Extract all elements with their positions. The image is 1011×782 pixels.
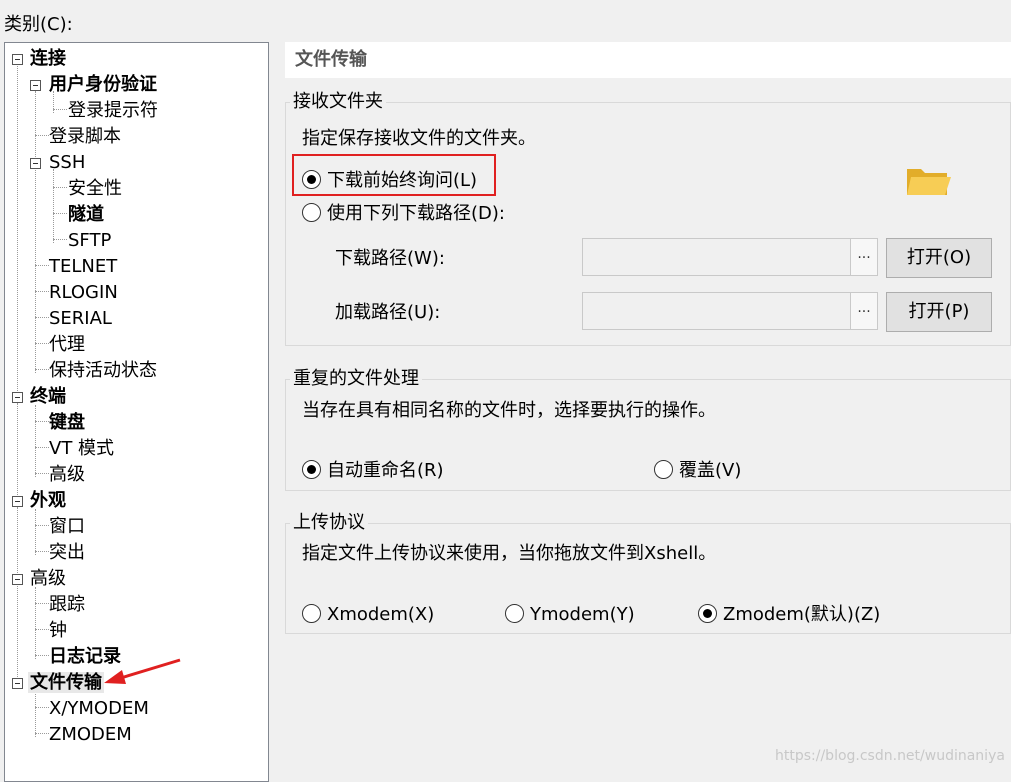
tree-item-label: VT 模式	[49, 438, 115, 459]
upload-protocol-description: 指定文件上传协议来使用，当你拖放文件到Xshell。	[302, 543, 717, 564]
tree-item-login-prompt[interactable]: 登录提示符	[68, 98, 158, 124]
tree-item-label: ZMODEM	[49, 724, 132, 745]
radio-checked-icon	[302, 460, 321, 479]
radio-zmodem[interactable]: Zmodem(默认)(Z)	[698, 602, 880, 628]
tree-item-label: 隧道	[68, 204, 104, 225]
duplicate-file-description: 当存在具有相同名称的文件时，选择要执行的操作。	[302, 400, 716, 421]
tree-item-security[interactable]: 安全性	[68, 176, 122, 202]
receive-folder-description: 指定保存接收文件的文件夹。	[302, 128, 536, 149]
collapse-icon[interactable]	[30, 158, 41, 169]
tree-item-label: 键盘	[49, 412, 85, 433]
tree-item-appearance[interactable]: 外观	[30, 488, 66, 514]
tree-item-label: 跟踪	[49, 594, 85, 615]
download-path-label: 下载路径(W):	[335, 248, 445, 269]
upload-protocol-group-title: 上传协议	[290, 512, 368, 534]
radio-label: 下载前始终询问(L)	[327, 170, 478, 191]
radio-label: 使用下列下载路径(D):	[327, 203, 505, 224]
tree-item-bell[interactable]: 钟	[49, 618, 67, 644]
category-label: 类别(C):	[4, 14, 73, 35]
radio-unchecked-icon	[302, 203, 321, 222]
radio-unchecked-icon	[302, 604, 321, 623]
tree-item-label: 高级	[49, 464, 85, 485]
radio-ymodem[interactable]: Ymodem(Y)	[505, 602, 635, 628]
tree-item-label: SSH	[49, 152, 86, 173]
tree-item-label: 用户身份验证	[49, 74, 157, 95]
collapse-icon[interactable]	[30, 80, 41, 91]
tree-item-proxy[interactable]: 代理	[49, 332, 85, 358]
radio-checked-icon	[302, 170, 321, 189]
tree-item-trace[interactable]: 跟踪	[49, 592, 85, 618]
tree-item-label: 登录提示符	[68, 100, 158, 121]
collapse-icon[interactable]	[12, 574, 23, 585]
upload-browse-button[interactable]: ...	[850, 293, 877, 329]
annotation-arrow-icon	[104, 658, 181, 684]
tree-item-label: 窗口	[49, 516, 85, 537]
tree-item-label: X/YMODEM	[49, 698, 149, 719]
receive-folder-group-title: 接收文件夹	[290, 91, 386, 113]
tree-item-xymodem[interactable]: X/YMODEM	[49, 696, 149, 722]
radio-always-ask[interactable]: 下载前始终询问(L)	[302, 168, 477, 194]
tree-item-vt-mode[interactable]: VT 模式	[49, 436, 114, 462]
tree-item-label: 代理	[49, 334, 85, 355]
tree-item-label: TELNET	[49, 256, 118, 277]
tree-item-ssh[interactable]: SSH	[49, 150, 85, 176]
tree-item-keyboard[interactable]: 键盘	[49, 410, 85, 436]
tree-item-label: SFTP	[68, 230, 112, 251]
tree-item-advanced[interactable]: 高级	[30, 566, 66, 592]
download-path-input[interactable]: ...	[582, 238, 878, 276]
tree-item-telnet[interactable]: TELNET	[49, 254, 117, 280]
radio-auto-rename[interactable]: 自动重命名(R)	[302, 458, 444, 484]
tree-item-label: SERIAL	[49, 308, 112, 329]
tree-item-label: 保持活动状态	[49, 360, 157, 381]
tree-item-zmodem[interactable]: ZMODEM	[49, 722, 132, 748]
tree-item-terminal-advanced[interactable]: 高级	[49, 462, 85, 488]
tree-item-label: RLOGIN	[49, 282, 118, 303]
tree-item-user-auth[interactable]: 用户身份验证	[49, 72, 157, 98]
tree-item-login-script[interactable]: 登录脚本	[49, 124, 121, 150]
collapse-icon[interactable]	[12, 54, 23, 65]
tree-item-highlight[interactable]: 突出	[49, 540, 85, 566]
watermark-text: https://blog.csdn.net/wudinaniya	[775, 748, 1005, 764]
tree-item-tunneling[interactable]: 隧道	[68, 202, 104, 228]
tree-item-connection[interactable]: 连接	[30, 46, 66, 72]
tree-item-label: 连接	[30, 48, 66, 69]
tree-item-label: 登录脚本	[49, 126, 121, 147]
tree-item-label: 安全性	[68, 178, 122, 199]
tree-item-keep-alive[interactable]: 保持活动状态	[49, 358, 157, 384]
radio-label: Xmodem(X)	[327, 604, 435, 625]
tree-item-serial[interactable]: SERIAL	[49, 306, 112, 332]
duplicate-file-group-title: 重复的文件处理	[290, 368, 422, 390]
radio-label: 覆盖(V)	[679, 460, 742, 481]
radio-unchecked-icon	[654, 460, 673, 479]
upload-path-label: 加载路径(U):	[335, 302, 441, 323]
radio-label: 自动重命名(R)	[327, 460, 444, 481]
tree-item-label: 突出	[49, 542, 85, 563]
open-upload-button[interactable]: 打开(P)	[886, 292, 992, 332]
open-download-button[interactable]: 打开(O)	[886, 238, 992, 278]
radio-checked-icon	[698, 604, 717, 623]
tree-item-terminal[interactable]: 终端	[30, 384, 66, 410]
tree-item-label: 终端	[30, 386, 66, 407]
collapse-icon[interactable]	[12, 392, 23, 403]
radio-label: Zmodem(默认)(Z)	[723, 604, 881, 625]
panel-title: 文件传输	[285, 42, 1011, 78]
tree-item-file-transfer[interactable]: 文件传输	[28, 670, 104, 696]
radio-use-path[interactable]: 使用下列下载路径(D):	[302, 201, 505, 227]
collapse-icon[interactable]	[12, 496, 23, 507]
radio-overwrite[interactable]: 覆盖(V)	[654, 458, 741, 484]
radio-xmodem[interactable]: Xmodem(X)	[302, 602, 434, 628]
tree-item-label: 外观	[30, 490, 66, 511]
upload-path-input[interactable]: ...	[582, 292, 878, 330]
tree-item-label: 文件传输	[28, 672, 104, 693]
download-browse-button[interactable]: ...	[850, 239, 877, 275]
collapse-icon[interactable]	[12, 678, 23, 689]
tree-item-window[interactable]: 窗口	[49, 514, 85, 540]
tree-item-rlogin[interactable]: RLOGIN	[49, 280, 118, 306]
folder-icon[interactable]	[905, 163, 951, 199]
tree-item-label: 高级	[30, 568, 66, 589]
tree-item-sftp[interactable]: SFTP	[68, 228, 111, 254]
radio-label: Ymodem(Y)	[530, 604, 635, 625]
radio-unchecked-icon	[505, 604, 524, 623]
tree-item-label: 钟	[49, 620, 67, 641]
